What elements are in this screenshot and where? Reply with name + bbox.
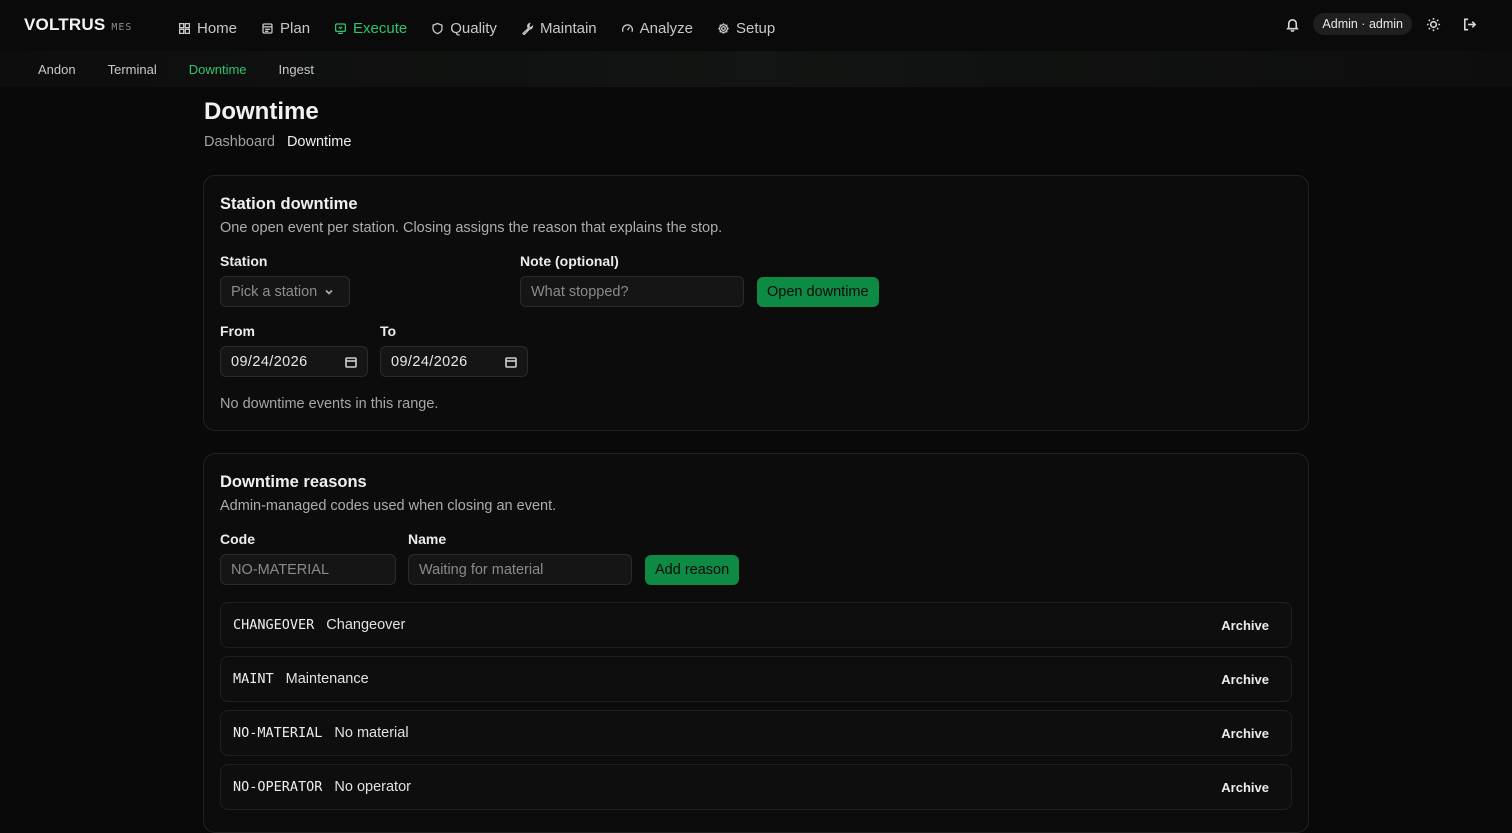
- station-label: Station: [220, 253, 268, 269]
- to-label: To: [380, 323, 397, 339]
- to-date-field[interactable]: 09/24/2026: [380, 346, 528, 377]
- shield-icon: [432, 22, 443, 34]
- logout-button[interactable]: [1456, 11, 1482, 37]
- main-nav: Home Plan Execute Quality Maintain Analy…: [172, 14, 793, 42]
- from-date-field[interactable]: 09/24/2026: [220, 346, 368, 377]
- name-input[interactable]: [419, 561, 621, 578]
- nav-quality-label: Quality: [450, 19, 497, 37]
- chevron-down-icon: [325, 289, 333, 295]
- brand-logo[interactable]: VOLTRUS MES: [24, 15, 132, 35]
- nav-maintain[interactable]: Maintain: [515, 14, 603, 42]
- reason-code: CHANGEOVER: [233, 617, 315, 633]
- to-date-value: 09/24/2026: [391, 353, 468, 370]
- reason-code: NO-MATERIAL: [233, 725, 323, 741]
- calendar-icon: [262, 22, 273, 34]
- nav-maintain-label: Maintain: [539, 19, 597, 37]
- calendar-icon[interactable]: [345, 356, 357, 368]
- archive-button[interactable]: Archive: [1211, 722, 1279, 745]
- archive-button[interactable]: Archive: [1211, 614, 1279, 637]
- sub-nav: Andon Terminal Downtime Ingest: [38, 62, 346, 77]
- breadcrumb: Dashboard Downtime: [204, 134, 351, 150]
- name-label: Name: [408, 531, 447, 547]
- reason-row: CHANGEOVER Changeover Archive: [220, 602, 1292, 648]
- gauge-icon: [621, 23, 633, 32]
- brand-tag: MES: [111, 22, 133, 33]
- user-badge[interactable]: Admin · admin: [1313, 13, 1412, 35]
- note-input[interactable]: [531, 283, 733, 300]
- reason-row: NO-OPERATOR No operator Archive: [220, 764, 1292, 810]
- open-downtime-button[interactable]: Open downtime: [757, 277, 879, 307]
- top-right-controls: Admin · admin: [1279, 11, 1482, 37]
- from-date-value: 09/24/2026: [231, 353, 308, 370]
- brand-name: VOLTRUS: [24, 15, 106, 34]
- reason-code: NO-OPERATOR: [233, 779, 323, 795]
- station-card-title: Station downtime: [220, 195, 358, 213]
- nav-execute-label: Execute: [353, 19, 408, 37]
- sun-icon: [1426, 17, 1440, 31]
- reason-name: Changeover: [326, 617, 406, 633]
- reason-name: No material: [334, 725, 409, 741]
- breadcrumb-current: Downtime: [286, 134, 352, 150]
- reason-name: Maintenance: [285, 671, 369, 687]
- subnav-ingest[interactable]: Ingest: [279, 62, 314, 77]
- grid-icon: [178, 22, 191, 34]
- sub-navbar: Andon Terminal Downtime Ingest: [0, 51, 1512, 87]
- station-downtime-card: Station downtime One open event per stat…: [203, 175, 1309, 431]
- station-card-description: One open event per station. Closing assi…: [220, 220, 723, 236]
- reason-row: MAINT Maintenance Archive: [220, 656, 1292, 702]
- reasons-card-description: Admin-managed codes used when closing an…: [220, 498, 557, 514]
- top-navbar: VOLTRUS MES Home Plan Execute Quality Ma…: [0, 0, 1512, 51]
- reasons-card-title: Downtime reasons: [220, 473, 367, 491]
- nav-execute[interactable]: Execute: [328, 14, 413, 42]
- wrench-icon: [522, 21, 534, 35]
- reason-name: No operator: [334, 779, 411, 795]
- nav-home-label: Home: [197, 19, 238, 37]
- from-label: From: [220, 323, 255, 339]
- note-label: Note (optional): [520, 253, 619, 269]
- station-select[interactable]: Pick a station: [220, 276, 350, 307]
- nav-setup[interactable]: Setup: [711, 14, 781, 42]
- nav-quality[interactable]: Quality: [425, 14, 503, 42]
- code-field: [220, 554, 396, 585]
- subnav-downtime[interactable]: Downtime: [189, 62, 247, 77]
- nav-analyze[interactable]: Analyze: [615, 14, 699, 42]
- gear-icon: [718, 22, 729, 34]
- empty-state-text: No downtime events in this range.: [220, 396, 439, 412]
- name-field: [408, 554, 632, 585]
- nav-setup-label: Setup: [736, 19, 776, 37]
- station-select-placeholder: Pick a station: [231, 283, 318, 300]
- archive-button[interactable]: Archive: [1211, 776, 1279, 799]
- nav-home[interactable]: Home: [172, 14, 243, 42]
- calendar-icon[interactable]: [505, 356, 517, 368]
- note-field: [520, 276, 744, 307]
- notifications-button[interactable]: [1279, 11, 1305, 37]
- theme-toggle-button[interactable]: [1420, 11, 1446, 37]
- breadcrumb-dashboard[interactable]: Dashboard: [204, 134, 275, 150]
- downtime-reasons-card: Downtime reasons Admin-managed codes use…: [203, 453, 1309, 833]
- nav-plan[interactable]: Plan: [255, 14, 316, 42]
- archive-button[interactable]: Archive: [1211, 668, 1279, 691]
- reason-code: MAINT: [233, 671, 274, 687]
- subnav-andon[interactable]: Andon: [38, 62, 76, 77]
- nav-analyze-label: Analyze: [639, 19, 694, 37]
- monitor-icon: [335, 22, 347, 34]
- page-title: Downtime: [204, 98, 319, 125]
- add-reason-button[interactable]: Add reason: [645, 555, 740, 585]
- code-input[interactable]: [231, 561, 385, 578]
- nav-plan-label: Plan: [280, 19, 311, 37]
- code-label: Code: [220, 531, 255, 547]
- logout-icon: [1463, 18, 1476, 30]
- subnav-terminal[interactable]: Terminal: [108, 62, 157, 77]
- bell-icon: [1286, 18, 1299, 32]
- reason-row: NO-MATERIAL No material Archive: [220, 710, 1292, 756]
